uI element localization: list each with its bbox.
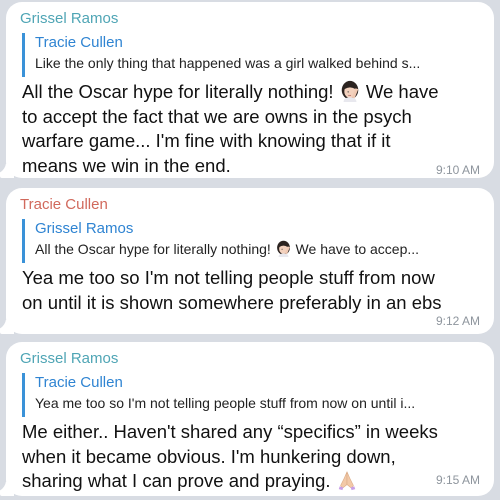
reply-quote[interactable]: Tracie Cullen Like the only thing that h…	[22, 33, 480, 77]
message-line: when it became obvious. I'm hunkering do…	[22, 445, 396, 467]
woman-facepalming-icon	[341, 80, 358, 102]
message-text: Yea me too so I'm not telling people stu…	[22, 266, 480, 315]
reply-sender-name: Grissel Ramos	[35, 220, 134, 237]
reply-quote[interactable]: Grissel Ramos All the Oscar hype for lit…	[22, 219, 480, 263]
woman-facepalming-icon	[276, 240, 290, 257]
message-line: to accept the fact that we are owns in t…	[22, 105, 412, 127]
folded-hands-icon	[338, 471, 355, 491]
bubble-tail	[0, 320, 14, 334]
reply-text: Like the only thing that happened was a …	[35, 55, 421, 71]
message-timestamp: 9:15 AM	[435, 473, 480, 487]
message-timestamp: 9:12 AM	[435, 314, 480, 328]
message-text: Me either.. Haven't shared any “specific…	[22, 420, 480, 494]
message-line: Me either.. Haven't shared any “specific…	[22, 421, 438, 442]
message-line: warfare game... I'm fine with knowing th…	[22, 130, 391, 151]
bubble-tail	[0, 164, 14, 178]
message-bubble[interactable]: Grissel Ramos Tracie Cullen Like the onl…	[0, 2, 494, 178]
message-line: on until it is shown somewhere preferabl…	[22, 291, 442, 313]
message-timestamp: 9:10 AM	[435, 163, 480, 177]
bubble-tail	[0, 482, 14, 496]
sender-name[interactable]: Grissel Ramos	[20, 350, 118, 367]
message-line: All the Oscar hype for literally nothing…	[22, 80, 439, 102]
message-bubble[interactable]: Tracie Cullen Grissel Ramos All the Osca…	[0, 188, 494, 334]
message-line: Yea me too so I'm not telling people stu…	[22, 267, 435, 288]
reply-sender-name: Tracie Cullen	[35, 34, 123, 51]
reply-sender-name: Tracie Cullen	[35, 374, 123, 391]
reply-quote[interactable]: Tracie Cullen Yea me too so I'm not tell…	[22, 373, 480, 417]
message-line: sharing what I can prove and praying.	[22, 469, 480, 494]
sender-name[interactable]: Tracie Cullen	[20, 196, 108, 213]
reply-text: All the Oscar hype for literally nothing…	[35, 240, 420, 257]
message-text: All the Oscar hype for literally nothing…	[22, 80, 480, 178]
message-bubble[interactable]: Grissel Ramos Tracie Cullen Yea me too s…	[0, 342, 494, 496]
reply-text: Yea me too so I'm not telling people stu…	[35, 395, 416, 411]
sender-name[interactable]: Grissel Ramos	[20, 10, 118, 27]
message-line: means we win in the end.	[22, 154, 231, 176]
